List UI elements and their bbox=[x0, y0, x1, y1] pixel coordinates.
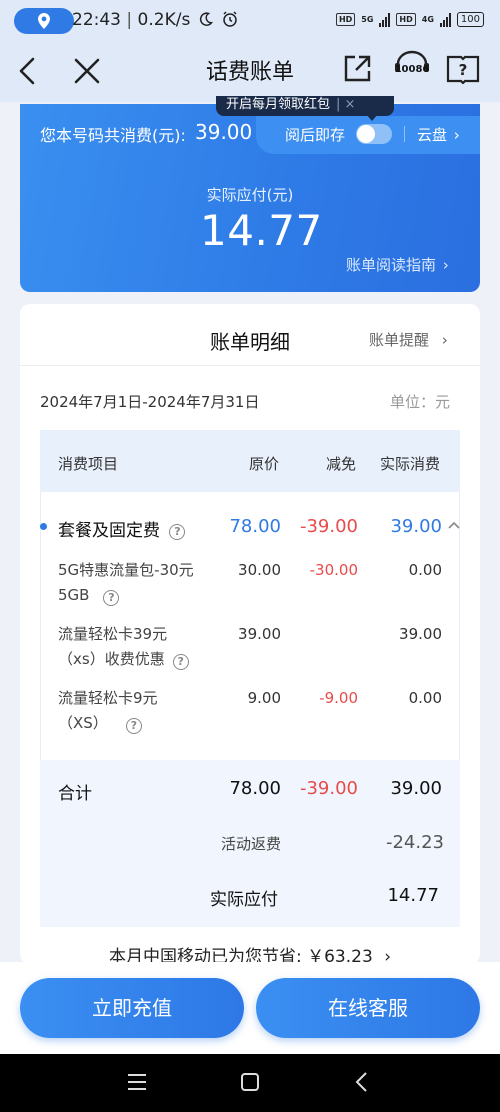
total-discount: -39.00 bbox=[299, 778, 358, 799]
cloud-drive-link[interactable]: 云盘 › bbox=[417, 124, 460, 145]
total-original: 78.00 bbox=[229, 778, 281, 799]
row-name-line1: 流量轻松卡39元 bbox=[58, 625, 168, 643]
rebate-label: 活动返费 bbox=[221, 835, 282, 853]
chevron-right-icon: › bbox=[442, 256, 449, 274]
table-row: 5G特惠流量包-30元 5GB? bbox=[58, 558, 218, 608]
recharge-button[interactable]: 立即充值 bbox=[20, 978, 244, 1038]
signal-bars-icon-2 bbox=[439, 12, 451, 27]
total-label: 合计 bbox=[58, 784, 92, 804]
amount-due-value: 14.77 bbox=[200, 206, 323, 255]
help-icon[interactable]: ? bbox=[172, 654, 189, 670]
row-name-line2: （XS） bbox=[58, 714, 108, 732]
bill-reminder-link[interactable]: 账单提醒 › bbox=[369, 329, 448, 350]
location-icon bbox=[38, 13, 50, 29]
bill-guide-link[interactable]: 账单阅读指南 › bbox=[346, 254, 449, 275]
cloud-drive-label: 云盘 bbox=[417, 126, 448, 144]
total-consumption-label: 您本号码共消费(元): bbox=[40, 126, 186, 145]
online-service-button[interactable]: 在线客服 bbox=[256, 978, 480, 1038]
tab-divider bbox=[404, 126, 405, 142]
battery-icon: 100 bbox=[456, 12, 484, 27]
red-packet-tooltip[interactable]: 开启每月领取红包 | × bbox=[216, 96, 394, 116]
table-row: 流量轻松卡9元 （XS）? bbox=[58, 686, 218, 736]
help-icon[interactable]: ? bbox=[103, 590, 120, 606]
billing-period: 2024年7月1日-2024年7月31日 bbox=[40, 393, 260, 411]
status-time: 22:43 | 0.2K/s bbox=[72, 10, 239, 30]
location-pill bbox=[14, 8, 74, 34]
save-after-read-label: 阅后即存 bbox=[285, 126, 346, 144]
status-indicators: HD 5G HD 4G 100 bbox=[335, 12, 484, 27]
table-row: 流量轻松卡39元 （xs）收费优惠? bbox=[58, 622, 218, 672]
network-speed: 0.2K/s bbox=[137, 10, 191, 30]
total-consumption-value: 39.00 bbox=[195, 120, 253, 144]
toggle-knob bbox=[357, 125, 375, 143]
sim2-label: 4G bbox=[421, 14, 434, 24]
group-original: 78.00 bbox=[229, 516, 281, 537]
tooltip-text: 开启每月领取红包 bbox=[226, 97, 331, 112]
help-book-icon[interactable]: ? bbox=[446, 54, 480, 84]
group-name-text: 套餐及固定费 bbox=[58, 521, 160, 541]
nav-back-icon[interactable] bbox=[354, 1071, 370, 1093]
sim1-label: 5G bbox=[361, 14, 374, 24]
clock-text: 22:43 bbox=[72, 10, 121, 30]
divider bbox=[20, 365, 480, 366]
chevron-up-icon[interactable] bbox=[448, 520, 460, 530]
column-original: 原价 bbox=[249, 455, 280, 473]
hotline-number: 10086 bbox=[394, 64, 430, 75]
bill-guide-label: 账单阅读指南 bbox=[346, 256, 437, 274]
hd-badge-2: HD bbox=[396, 13, 416, 26]
alarm-icon bbox=[223, 11, 237, 27]
moon-icon bbox=[199, 12, 213, 26]
column-discount: 减免 bbox=[326, 455, 357, 473]
bill-reminder-label: 账单提醒 bbox=[369, 331, 430, 349]
home-icon[interactable] bbox=[240, 1072, 260, 1092]
help-icon[interactable]: ? bbox=[169, 524, 186, 540]
group-discount: -39.00 bbox=[299, 516, 358, 537]
menu-icon[interactable] bbox=[126, 1072, 148, 1092]
row-original: 9.00 bbox=[247, 689, 281, 707]
row-name-line2: 5GB bbox=[58, 586, 90, 604]
column-item: 消费项目 bbox=[58, 455, 119, 473]
row-original: 39.00 bbox=[238, 625, 281, 643]
share-icon[interactable] bbox=[342, 54, 372, 84]
help-icon[interactable]: ? bbox=[125, 718, 142, 734]
tooltip-arrow bbox=[366, 114, 378, 121]
chevron-right-icon: › bbox=[441, 331, 448, 349]
row-discount: -9.00 bbox=[319, 689, 358, 707]
group-actual: 39.00 bbox=[390, 516, 442, 537]
payable-label: 实际应付 bbox=[210, 890, 278, 910]
row-name-line1: 流量轻松卡9元 bbox=[58, 689, 158, 707]
row-discount: -30.00 bbox=[309, 561, 358, 579]
total-actual: 39.00 bbox=[390, 778, 442, 799]
row-name-line1: 5G特惠流量包-30元 bbox=[58, 561, 194, 579]
service-hotline-button[interactable]: 10086 bbox=[392, 50, 432, 90]
svg-text:?: ? bbox=[459, 61, 468, 79]
row-actual: 0.00 bbox=[408, 561, 442, 579]
row-name-line2: （xs）收费优惠 bbox=[58, 650, 165, 668]
amount-due-label: 实际应付(元) bbox=[206, 186, 294, 204]
row-original: 30.00 bbox=[238, 561, 281, 579]
signal-bars-icon bbox=[379, 12, 391, 27]
unit-label: 单位：元 bbox=[390, 393, 451, 411]
chevron-right-icon: › bbox=[453, 126, 460, 144]
row-actual: 0.00 bbox=[408, 689, 442, 707]
group-bullet bbox=[40, 523, 47, 530]
hd-badge: HD bbox=[335, 13, 356, 26]
column-actual: 实际消费 bbox=[380, 455, 441, 473]
group-row-name[interactable]: 套餐及固定费 ? bbox=[58, 516, 186, 541]
row-actual: 39.00 bbox=[399, 625, 442, 643]
payable-value: 14.77 bbox=[387, 885, 439, 906]
rebate-value: -24.23 bbox=[385, 832, 444, 853]
